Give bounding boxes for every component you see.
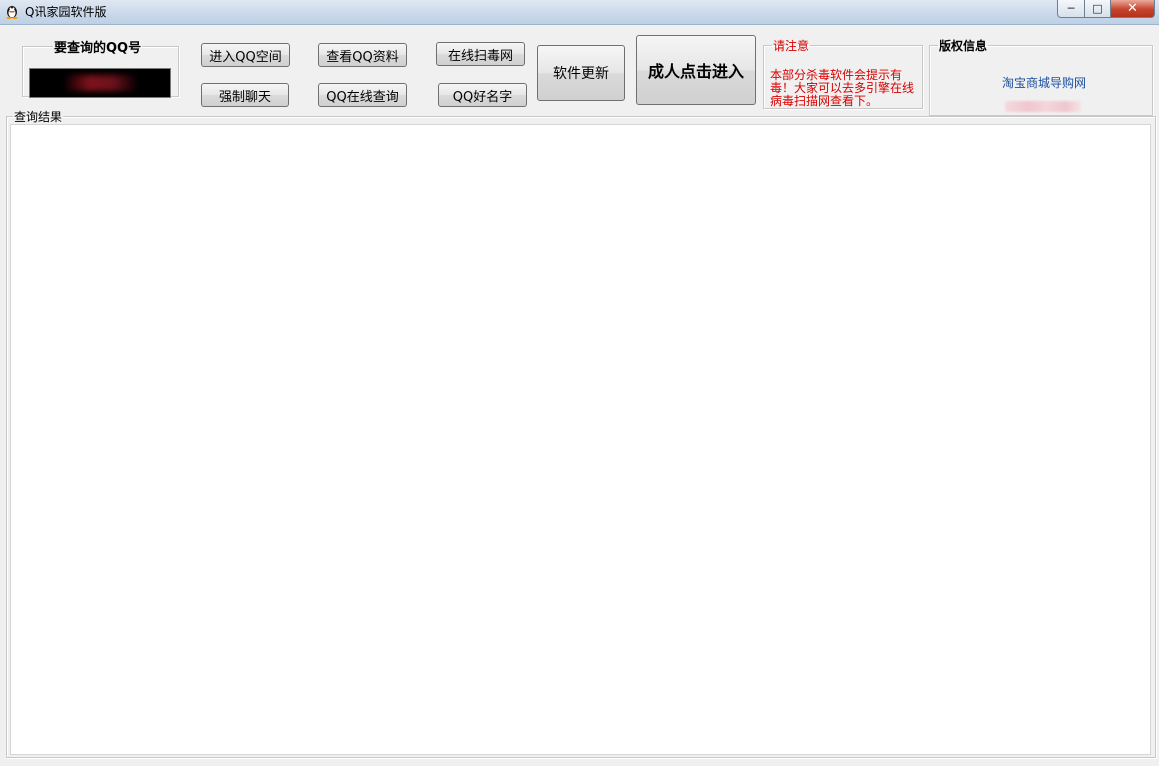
- query-qq-group: 要查询的QQ号: [22, 37, 179, 98]
- minimize-icon: ─: [1067, 2, 1075, 15]
- notice-group: 请注意 本部分杀毒软件会提示有毒！大家可以去多引擎在线病毒扫描网查看下。: [763, 37, 923, 109]
- software-update-button[interactable]: 软件更新: [537, 45, 625, 101]
- window-title: Q讯家园软件版: [25, 5, 107, 19]
- maximize-icon: □: [1092, 2, 1103, 15]
- close-icon: ✕: [1127, 1, 1138, 16]
- title-bar[interactable]: Q讯家园软件版 ─ □ ✕: [0, 0, 1159, 25]
- online-query-button[interactable]: QQ在线查询: [318, 83, 407, 107]
- qq-number-redacted: [66, 75, 136, 91]
- qq-penguin-icon: [6, 6, 18, 19]
- client-area: 要查询的QQ号 进入QQ空间 强制聊天 查看QQ资料 QQ在线查询 在线扫毒网 …: [0, 25, 1159, 766]
- view-profile-button[interactable]: 查看QQ资料: [318, 43, 407, 67]
- online-scan-button[interactable]: 在线扫毒网: [436, 42, 525, 66]
- notice-legend: 请注意: [773, 39, 810, 53]
- good-name-button[interactable]: QQ好名字: [438, 83, 527, 107]
- enter-qzone-button[interactable]: 进入QQ空间: [201, 43, 290, 67]
- maximize-button[interactable]: □: [1085, 0, 1111, 18]
- minimize-button[interactable]: ─: [1057, 0, 1085, 18]
- force-chat-button[interactable]: 强制聊天: [201, 83, 289, 107]
- notice-text: 本部分杀毒软件会提示有毒！大家可以去多引擎在线病毒扫描网查看下。: [770, 68, 915, 108]
- qq-number-input[interactable]: [29, 68, 171, 98]
- copyright-legend: 版权信息: [939, 39, 988, 53]
- query-qq-legend: 要查询的QQ号: [54, 41, 142, 56]
- copyright-group: 版权信息 淘宝商城导购网: [929, 37, 1153, 116]
- adult-enter-button[interactable]: 成人点击进入: [636, 35, 756, 105]
- taobao-mall-link[interactable]: 淘宝商城导购网: [1002, 74, 1086, 91]
- results-area[interactable]: [10, 124, 1151, 755]
- results-legend: 查询结果: [14, 110, 63, 124]
- close-button[interactable]: ✕: [1111, 0, 1155, 18]
